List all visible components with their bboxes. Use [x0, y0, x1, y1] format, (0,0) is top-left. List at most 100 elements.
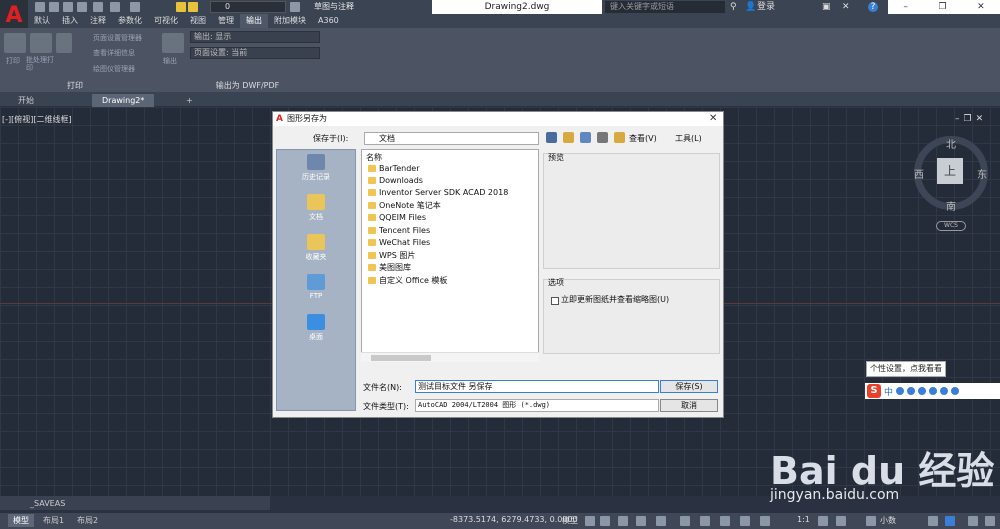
ime-mode[interactable]: 中 [884, 385, 893, 398]
exchange-icon[interactable]: ✕ [842, 2, 850, 12]
save-in-dropdown[interactable]: 文档 [364, 132, 539, 145]
minimize-icon[interactable]: – [903, 2, 908, 12]
batch-plot-icon[interactable] [30, 33, 52, 53]
update-thumbnail-label[interactable]: 立即更新图纸并查看缩略图(U) [561, 295, 671, 304]
gear-icon[interactable] [818, 516, 828, 526]
autocad-logo-icon[interactable]: A [0, 0, 28, 30]
osnap-icon[interactable] [656, 516, 666, 526]
page-setup-manager-link[interactable]: 页面设置管理器 [93, 33, 142, 43]
redo-icon[interactable] [130, 2, 140, 12]
ribbon-tab[interactable]: 可视化 [148, 14, 184, 28]
polar-icon[interactable] [636, 516, 646, 526]
isolate-objects-icon[interactable] [945, 516, 955, 526]
ribbon-tab[interactable]: 参数化 [112, 14, 148, 28]
emoji-icon[interactable] [907, 387, 916, 395]
selection-cycling-icon[interactable] [720, 516, 730, 526]
sogou-logo-icon[interactable]: S [867, 384, 881, 398]
batch-plot-button[interactable]: 批处理打印 [26, 56, 58, 72]
list-item[interactable]: BarTender [368, 163, 528, 175]
page-setup-combo[interactable]: 页面设置: 当前 [190, 47, 320, 59]
list-item[interactable]: WPS 图片 [368, 250, 528, 262]
lightbulb-icon[interactable] [176, 2, 186, 12]
transparency-icon[interactable] [700, 516, 710, 526]
list-item[interactable]: OneNote 笔记本 [368, 200, 528, 212]
quick-properties-icon[interactable] [928, 516, 938, 526]
list-item[interactable]: WeChat Files [368, 237, 528, 249]
horizontal-scrollbar[interactable] [361, 352, 539, 362]
list-item[interactable]: Inventor Server SDK ACAD 2018 [368, 187, 528, 199]
ime-toolbar[interactable]: S 中 [865, 383, 1000, 399]
place-documents[interactable]: 文档 [277, 194, 355, 222]
keyboard-icon[interactable] [929, 387, 938, 395]
layout-tab[interactable]: 模型 [8, 514, 34, 527]
viewport-controls[interactable]: –❐✕ [955, 114, 987, 124]
cancel-button[interactable]: 取消 [660, 399, 718, 412]
ribbon-tab[interactable]: 管理 [212, 14, 240, 28]
ribbon-tab[interactable]: 输出 [240, 14, 268, 28]
tools-menu[interactable]: 工具(L) [675, 133, 702, 144]
print-icon[interactable] [93, 2, 103, 12]
viewcube-top-face[interactable]: 上 [937, 158, 963, 184]
open-file-icon[interactable] [49, 2, 59, 12]
list-item[interactable]: Downloads [368, 175, 528, 187]
command-line[interactable]: _SAVEAS [0, 496, 270, 510]
viewport-label[interactable]: [-][俯视][二维线框] [2, 114, 72, 125]
plus-icon[interactable] [836, 516, 846, 526]
filename-input[interactable]: 测试目标文件 另保存 [415, 380, 659, 393]
export-button[interactable]: 输出 [163, 56, 177, 66]
user-icon[interactable]: 👤 [745, 2, 756, 12]
layout-tab[interactable]: 布局2 [72, 514, 103, 527]
name-column-header[interactable]: 名称 [366, 152, 382, 163]
filetype-select[interactable]: AutoCAD 2004/LT2004 图形 (*.dwg) [415, 399, 659, 412]
layer-dropdown[interactable]: 0 [210, 1, 286, 13]
doc-tab[interactable]: Drawing2* [92, 94, 155, 107]
match-layer-icon[interactable] [290, 2, 300, 12]
save-icon[interactable] [63, 2, 73, 12]
ribbon-tab[interactable]: 视图 [184, 14, 212, 28]
skin-icon[interactable] [940, 387, 949, 395]
ribbon-tab[interactable]: 插入 [56, 14, 84, 28]
view-details-link[interactable]: 查看详细信息 [93, 48, 135, 58]
plot-button[interactable]: 打印 [6, 56, 20, 66]
plot-icon[interactable] [4, 33, 26, 53]
sun-icon[interactable] [188, 2, 198, 12]
place-history[interactable]: 历史记录 [277, 154, 355, 182]
ortho-icon[interactable] [618, 516, 628, 526]
list-item[interactable]: QQEIM Files [368, 212, 528, 224]
binoculars-icon[interactable]: ⚲ [730, 2, 737, 12]
up-folder-icon[interactable] [563, 132, 574, 143]
search-input[interactable]: 键入关键字或短语 [605, 1, 725, 13]
annotation-scale[interactable]: 1:1 [797, 515, 810, 524]
clean-screen-icon[interactable] [968, 516, 978, 526]
export-icon[interactable] [162, 33, 184, 53]
place-favorites[interactable]: 收藏夹 [277, 234, 355, 262]
auto-scale-icon[interactable] [760, 516, 770, 526]
compass-west[interactable]: 西 [914, 166, 924, 181]
plotter-manager-link[interactable]: 绘图仪管理器 [93, 64, 135, 74]
save-as-icon[interactable] [77, 2, 87, 12]
file-list[interactable]: 名称 BarTender Downloads Inventor Server S… [361, 149, 539, 362]
compass-north[interactable]: 北 [946, 136, 956, 151]
list-item[interactable]: 美图图库 [368, 262, 528, 274]
login-link[interactable]: 登录 [757, 2, 775, 12]
customization-icon[interactable] [985, 516, 995, 526]
lineweight-icon[interactable] [680, 516, 690, 526]
scrollbar-thumb[interactable] [371, 355, 431, 361]
units-dropdown[interactable]: 小数 [880, 515, 896, 526]
compass-south[interactable]: 南 [946, 198, 956, 213]
grid-icon[interactable] [585, 516, 595, 526]
update-thumbnail-checkbox[interactable] [551, 297, 559, 305]
search-web-icon[interactable] [580, 132, 591, 143]
layout-tab[interactable]: 布局1 [38, 514, 69, 527]
new-folder-icon[interactable] [614, 132, 625, 143]
ribbon-tab[interactable]: 注释 [84, 14, 112, 28]
new-file-icon[interactable] [35, 2, 45, 12]
list-item[interactable]: 自定义 Office 模板 [368, 275, 528, 287]
ribbon-tab[interactable]: 附加模块 [268, 14, 312, 28]
punctuation-icon[interactable] [896, 387, 905, 395]
dialog-close-icon[interactable]: ✕ [709, 113, 717, 124]
doc-tab[interactable]: 开始 [8, 94, 44, 107]
workspace-switcher[interactable]: 草图与注释 [304, 1, 420, 13]
model-space-button[interactable]: 模型 [562, 515, 578, 526]
close-icon[interactable]: ✕ [977, 2, 985, 12]
